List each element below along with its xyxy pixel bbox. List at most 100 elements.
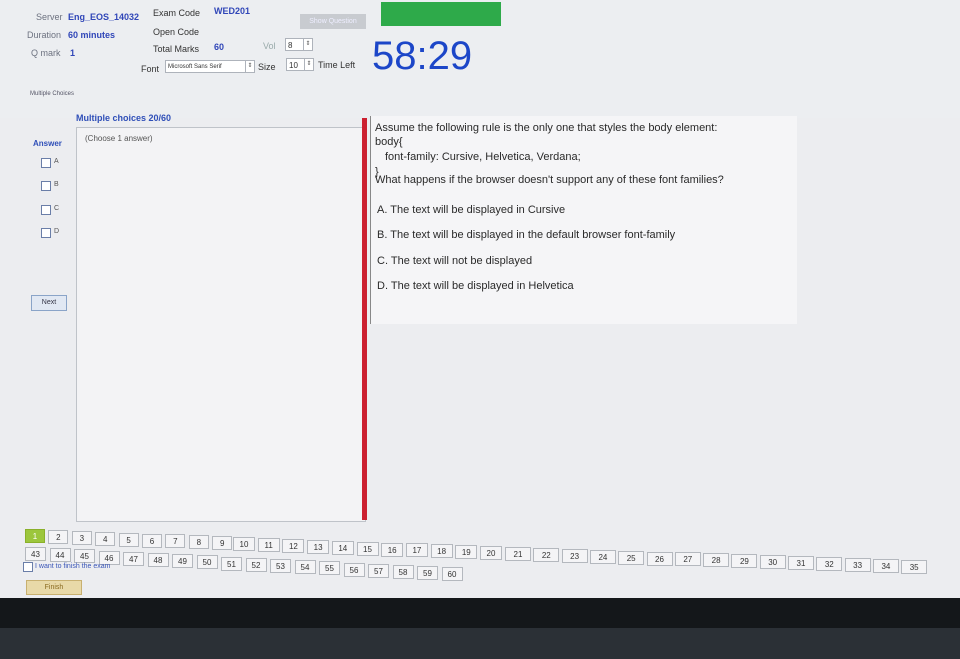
question-nav-button[interactable]: 57: [368, 563, 389, 578]
qmark-value: 1: [70, 48, 76, 58]
finish-exam-checkbox[interactable]: [23, 562, 33, 572]
question-nav-button[interactable]: 60: [441, 567, 463, 582]
question-nav-button[interactable]: 58: [392, 565, 414, 579]
font-label: Font: [141, 64, 160, 74]
size-stepper[interactable]: 10 ⇕: [286, 58, 314, 71]
question-nav-button[interactable]: 14: [331, 540, 354, 555]
question-nav-button[interactable]: 54: [294, 560, 316, 575]
exam-window: Server Eng_EOS_14032 Exam Code WED201 Du…: [0, 0, 960, 598]
exam-code-value: WED201: [214, 6, 251, 16]
answer-checkbox-c[interactable]: [41, 205, 51, 215]
question-nav-button[interactable]: 5: [118, 532, 139, 547]
finish-button[interactable]: Finish: [26, 580, 82, 595]
question-nav-button[interactable]: 50: [196, 555, 218, 570]
question-nav-button[interactable]: 48: [147, 553, 169, 567]
question-nav-button[interactable]: 15: [356, 541, 379, 556]
next-button[interactable]: Next: [31, 295, 67, 311]
answer-choice-a: A. The text will be displayed in Cursive: [377, 204, 566, 216]
question-nav-button[interactable]: 17: [405, 543, 428, 558]
font-select[interactable]: Microsoft Sans Serif ⇕: [165, 60, 255, 73]
question-nav-button[interactable]: 27: [674, 552, 701, 567]
answer-checkbox-d[interactable]: [41, 228, 51, 238]
qmark-label: Q mark: [31, 48, 61, 58]
question-nav-button[interactable]: 7: [165, 534, 186, 549]
server-label: Server: [36, 12, 63, 22]
question-nav-button[interactable]: 10: [233, 537, 255, 552]
exam-code-label: Exam Code: [153, 8, 201, 18]
question-nav-button[interactable]: 21: [505, 547, 531, 561]
question-nav-button[interactable]: 18: [430, 544, 453, 559]
question-nav-button[interactable]: 8: [188, 535, 209, 550]
question-nav-button[interactable]: 3: [71, 530, 92, 545]
question-nav-button[interactable]: 31: [788, 556, 814, 570]
answer-checkbox-a[interactable]: [41, 158, 51, 168]
question-nav-button[interactable]: 55: [319, 561, 340, 576]
question-nav-button[interactable]: 32: [816, 556, 843, 571]
answer-choice-d: D. The text will be displayed in Helveti…: [377, 280, 574, 292]
answer-option-c: C: [54, 205, 60, 212]
question-nav-button[interactable]: 22: [533, 547, 560, 562]
time-left-value: 58:29: [372, 34, 473, 78]
spin-arrows-icon[interactable]: ⇕: [303, 39, 312, 50]
vol-stepper[interactable]: 8 ⇕: [285, 38, 313, 51]
finish-exam-label: I want to finish the exam: [35, 563, 111, 570]
question-nav-button[interactable]: 24: [589, 549, 616, 564]
question-nav-button[interactable]: 53: [270, 559, 291, 573]
question-nav-button[interactable]: 25: [618, 550, 645, 565]
total-marks-value: 60: [214, 42, 225, 52]
question-nav-button[interactable]: 1: [25, 529, 45, 543]
question-nav-button[interactable]: 6: [142, 533, 162, 548]
answer-checkbox-b[interactable]: [41, 181, 51, 191]
total-marks-label: Total Marks: [153, 44, 200, 54]
question-content: Assume the following rule is the only on…: [370, 116, 797, 324]
question-nav-button[interactable]: 16: [381, 542, 404, 557]
question-line: What happens if the browser doesn't supp…: [375, 174, 724, 186]
size-label: Size: [258, 62, 276, 72]
question-nav-button[interactable]: 56: [343, 562, 365, 577]
answer-option-b: B: [54, 181, 59, 188]
question-line: font-family: Cursive, Helvetica, Verdana…: [385, 151, 581, 163]
vol-label: Vol: [263, 41, 276, 51]
panel-divider[interactable]: [362, 118, 367, 520]
question-nav-button[interactable]: 59: [417, 566, 438, 581]
dropdown-arrow-icon[interactable]: ⇕: [245, 61, 254, 72]
question-nav-button[interactable]: 9: [212, 536, 233, 551]
question-nav-button[interactable]: 30: [759, 555, 786, 570]
question-line: Assume the following rule is the only on…: [375, 122, 718, 134]
question-nav-button[interactable]: 28: [703, 553, 730, 568]
duration-value: 60 minutes: [68, 30, 116, 40]
duration-label: Duration: [27, 30, 62, 40]
question-nav-button[interactable]: 33: [844, 557, 871, 572]
answer-option-a: A: [54, 158, 59, 165]
question-nav-button[interactable]: 13: [307, 539, 330, 554]
question-nav-button[interactable]: 51: [221, 556, 242, 571]
question-nav-button[interactable]: 29: [731, 554, 758, 569]
question-nav-button[interactable]: 49: [172, 554, 193, 569]
answer-panel: (Choose 1 answer): [76, 127, 366, 522]
question-nav-button[interactable]: 52: [245, 557, 267, 572]
question-nav-button[interactable]: 45: [74, 549, 95, 564]
answer-label: Answer: [33, 139, 62, 148]
question-nav-button[interactable]: 34: [872, 558, 899, 573]
answer-hint: (Choose 1 answer): [85, 134, 153, 143]
spin-arrows-icon[interactable]: ⇕: [304, 59, 313, 70]
answer-option-d: D: [54, 228, 60, 235]
question-nav-button[interactable]: 12: [282, 538, 305, 553]
question-nav-button[interactable]: 26: [646, 551, 673, 566]
question-nav-button[interactable]: 44: [49, 548, 71, 563]
question-heading: Multiple choices 20/60: [76, 113, 172, 123]
question-nav-button[interactable]: 2: [48, 529, 69, 544]
question-nav-button[interactable]: 19: [455, 545, 478, 560]
desk-surface: [0, 628, 960, 659]
status-bar: [381, 2, 501, 26]
question-nav-button[interactable]: 20: [480, 546, 502, 561]
question-nav-button[interactable]: 35: [901, 559, 928, 574]
question-nav-button[interactable]: 47: [123, 551, 144, 566]
show-question-button[interactable]: Show Question: [300, 14, 366, 29]
question-nav-button[interactable]: 23: [561, 548, 588, 563]
question-nav-button[interactable]: 11: [257, 538, 280, 552]
answer-choice-c: C. The text will not be displayed: [377, 255, 533, 267]
question-nav-button[interactable]: 43: [25, 547, 46, 561]
time-left-label: Time Left: [318, 60, 356, 70]
question-nav-button[interactable]: 4: [95, 531, 116, 546]
